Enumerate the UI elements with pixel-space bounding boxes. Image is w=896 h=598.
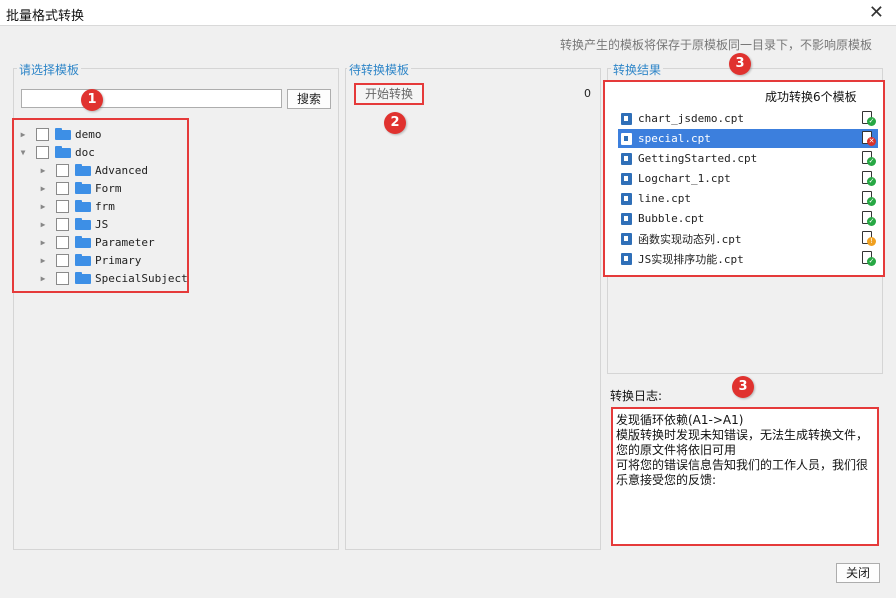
tree-item[interactable]: ▶ Advanced (38, 161, 148, 179)
tree-checkbox[interactable] (56, 253, 69, 267)
folder-icon (75, 164, 91, 176)
caret-right-icon[interactable]: ▶ (38, 274, 48, 283)
tree-item[interactable]: ▶ SpecialSubject (38, 269, 188, 287)
folder-icon (75, 254, 91, 266)
tree-item[interactable]: ▶ JS (38, 215, 108, 233)
log-label: 转换日志: (610, 389, 663, 403)
tree-item[interactable]: ▶ Parameter (38, 233, 155, 251)
result-file-name: 函数实现动态列.cpt (638, 232, 742, 246)
window-title: 批量格式转换 (6, 9, 85, 24)
tree-item-label: Advanced (95, 163, 148, 177)
start-convert-button[interactable]: 开始转换 (354, 83, 424, 105)
folder-icon (55, 128, 71, 140)
search-button[interactable]: 搜索 (287, 89, 331, 109)
result-file-row[interactable]: Bubble.cpt ✓ (618, 209, 878, 228)
annotation-badge: 3 (732, 376, 754, 398)
tree-item[interactable]: ▶ Primary (38, 251, 141, 269)
result-summary: 成功转换6个模板 (765, 90, 857, 104)
tree-checkbox[interactable] (56, 199, 69, 213)
folder-icon (55, 146, 71, 158)
cpt-file-icon (621, 192, 632, 205)
tree-checkbox[interactable] (36, 145, 49, 159)
result-file-row[interactable]: JS实现排序功能.cpt ✓ (618, 249, 878, 268)
caret-right-icon[interactable]: ▶ (38, 220, 48, 229)
result-file-row[interactable]: chart_jsdemo.cpt ✓ (618, 109, 878, 128)
result-file-name: special.cpt (638, 132, 711, 145)
caret-right-icon[interactable]: ▶ (38, 166, 48, 175)
folder-icon (75, 218, 91, 230)
error-status-icon: ✕ (862, 130, 876, 146)
folder-icon (75, 200, 91, 212)
tree-checkbox[interactable] (56, 217, 69, 231)
result-file-row[interactable]: line.cpt ✓ (618, 189, 878, 208)
cpt-file-icon (621, 252, 632, 265)
tree-checkbox[interactable] (56, 181, 69, 195)
search-input[interactable] (21, 89, 282, 108)
result-file-row[interactable]: GettingStarted.cpt ✓ (618, 149, 878, 168)
tree-checkbox[interactable] (36, 127, 49, 141)
caret-right-icon[interactable]: ▶ (38, 256, 48, 265)
template-select-title: 请选择模板 (17, 61, 82, 78)
caret-right-icon[interactable]: ▶ (18, 130, 28, 139)
folder-icon (75, 272, 91, 284)
tree-item-label: frm (95, 199, 115, 213)
tree-item-label: SpecialSubject (95, 271, 188, 285)
warning-status-icon: ! (862, 230, 876, 246)
result-file-name: chart_jsdemo.cpt (638, 112, 744, 125)
caret-down-icon[interactable]: ▼ (18, 148, 28, 157)
hint-text: 转换产生的模板将保存于原模板同一目录下，不影响原模板 (559, 38, 872, 52)
title-bar: 批量格式转换 ✕ (0, 0, 896, 26)
cpt-file-icon (621, 172, 632, 185)
log-text[interactable]: 发现循环依赖(A1->A1) 模版转换时发现未知错误，无法生成转换文件，您的原文… (611, 407, 879, 546)
tree-item-label: doc (75, 145, 95, 159)
caret-right-icon[interactable]: ▶ (38, 238, 48, 247)
cpt-file-icon (621, 212, 632, 225)
folder-icon (75, 182, 91, 194)
tree-item[interactable]: ▶ demo (18, 125, 102, 143)
cpt-file-icon (621, 232, 632, 245)
tree-item-label: demo (75, 127, 102, 141)
tree-item[interactable]: ▶ Form (38, 179, 122, 197)
success-status-icon: ✓ (862, 250, 876, 266)
success-status-icon: ✓ (862, 170, 876, 186)
success-status-icon: ✓ (862, 190, 876, 206)
cpt-file-icon (621, 152, 632, 165)
folder-icon (75, 236, 91, 248)
tree-item-label: Form (95, 181, 122, 195)
tree-item[interactable]: ▼ doc (18, 143, 95, 161)
result-file-name: line.cpt (638, 192, 691, 205)
tree-item-label: Parameter (95, 235, 155, 249)
result-file-name: JS实现排序功能.cpt (638, 252, 744, 266)
tree-checkbox[interactable] (56, 271, 69, 285)
result-file-name: GettingStarted.cpt (638, 152, 758, 165)
tree-item-label: JS (95, 217, 109, 231)
cpt-file-icon (621, 112, 632, 125)
tree-item[interactable]: ▶ frm (38, 197, 115, 215)
caret-right-icon[interactable]: ▶ (38, 202, 48, 211)
caret-right-icon[interactable]: ▶ (38, 184, 48, 193)
annotation-badge: 3 (729, 53, 751, 75)
success-status-icon: ✓ (862, 110, 876, 126)
result-file-name: Bubble.cpt (638, 212, 705, 225)
pending-panel (345, 68, 601, 550)
cpt-file-icon (621, 132, 632, 145)
close-icon[interactable]: ✕ (869, 2, 884, 23)
success-status-icon: ✓ (862, 210, 876, 226)
tree-checkbox[interactable] (56, 235, 69, 249)
annotation-badge: 1 (81, 89, 103, 111)
result-file-row[interactable]: Logchart_1.cpt ✓ (618, 169, 878, 188)
result-file-name: Logchart_1.cpt (638, 172, 731, 185)
result-title: 转换结果 (611, 61, 664, 78)
tree-checkbox[interactable] (56, 163, 69, 177)
success-status-icon: ✓ (862, 150, 876, 166)
pending-count: 0 (584, 87, 591, 100)
tree-item-label: Primary (95, 253, 142, 267)
result-file-row[interactable]: special.cpt ✕ (618, 129, 878, 148)
pending-title: 待转换模板 (347, 61, 412, 78)
close-button[interactable]: 关闭 (836, 563, 880, 583)
result-file-row[interactable]: 函数实现动态列.cpt! (618, 229, 878, 248)
annotation-badge: 2 (384, 112, 406, 134)
